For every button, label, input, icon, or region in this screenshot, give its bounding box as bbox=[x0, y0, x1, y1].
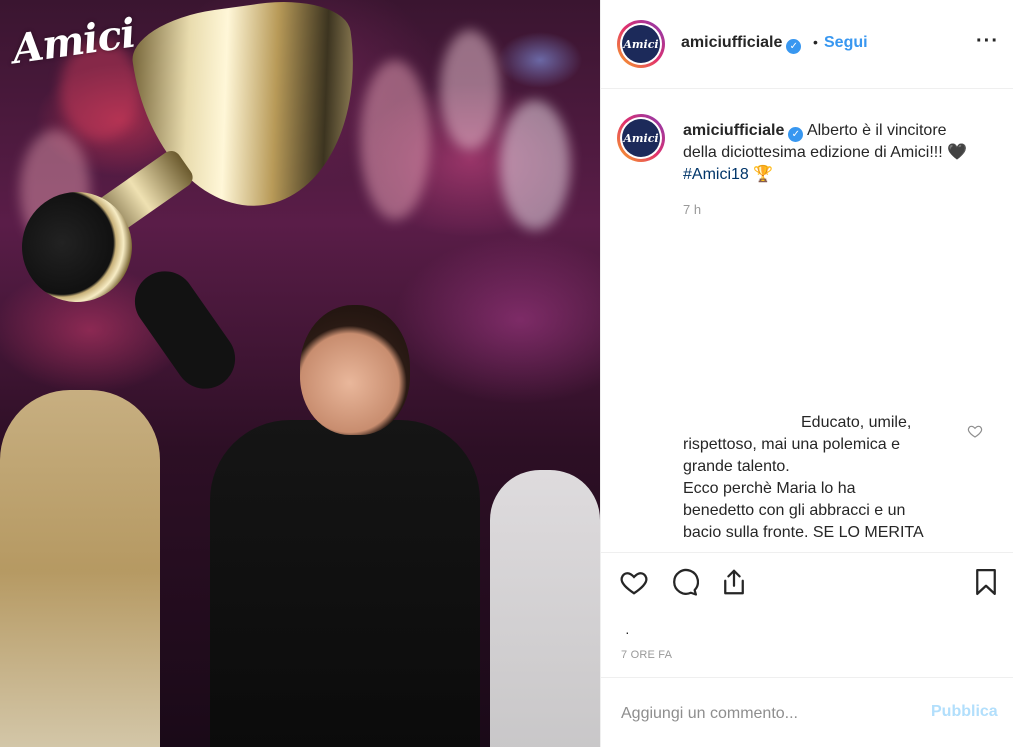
share-icon[interactable] bbox=[719, 567, 749, 597]
comment-line: grande talento. bbox=[683, 458, 790, 475]
caption-time[interactable]: 7 h bbox=[683, 202, 701, 217]
post-side-panel: Amici amiciufficiale ✓ • Segui ··· Amici … bbox=[600, 0, 1013, 747]
comment-like-icon[interactable] bbox=[967, 423, 983, 439]
audience-man bbox=[490, 470, 600, 747]
action-bar bbox=[601, 552, 1013, 615]
comment-line: Educato, umile, bbox=[801, 414, 912, 431]
publish-button[interactable]: Pubblica bbox=[931, 703, 998, 721]
more-horizontal-icon[interactable]: ··· bbox=[976, 30, 999, 53]
verified-badge-icon: ✓ bbox=[788, 127, 804, 142]
separator-dot: • bbox=[813, 34, 818, 50]
avatar-logo: Amici bbox=[622, 119, 660, 157]
winner-figure bbox=[210, 420, 480, 747]
comment-icon[interactable] bbox=[669, 567, 699, 597]
comment-line: bacio sulla fronte. SE LO MERITA bbox=[683, 524, 924, 541]
winner-arm bbox=[123, 259, 247, 401]
hashtag-link[interactable]: #Amici18 bbox=[683, 166, 749, 183]
winner-head bbox=[300, 305, 410, 435]
crowd-blur bbox=[360, 60, 430, 220]
comment-line: benedetto con gli abbracci e un bbox=[683, 502, 906, 519]
comment-composer: Pubblica bbox=[601, 677, 1013, 748]
avatar-frame: Amici bbox=[620, 23, 662, 65]
avatar-frame: Amici bbox=[620, 117, 662, 159]
verified-badge-icon: ✓ bbox=[786, 39, 802, 54]
trophy-icon: 🏆 bbox=[753, 166, 774, 183]
black-heart-icon: 🖤 bbox=[947, 144, 968, 161]
post-photo[interactable]: Amici bbox=[0, 0, 600, 747]
crowd-blur bbox=[500, 100, 570, 230]
save-icon[interactable] bbox=[971, 567, 1001, 597]
caption-avatar[interactable]: Amici bbox=[617, 114, 665, 162]
comment-line: rispettoso, mai una polemica e bbox=[683, 436, 900, 453]
username-link[interactable]: amiciufficiale ✓ bbox=[681, 34, 802, 54]
avatar-logo: Amici bbox=[622, 25, 660, 63]
avatar[interactable]: Amici bbox=[617, 20, 665, 68]
caption-username[interactable]: amiciufficiale bbox=[683, 122, 784, 139]
caption: amiciufficiale ✓ Alberto è il vincitore d… bbox=[683, 120, 983, 186]
comment-input[interactable] bbox=[619, 700, 913, 728]
post-date[interactable]: 7 ORE FA bbox=[621, 649, 672, 661]
follow-button[interactable]: Segui bbox=[824, 34, 868, 52]
like-icon[interactable] bbox=[619, 567, 649, 597]
comment-line: Ecco perchè Maria lo ha bbox=[683, 480, 856, 497]
username-text: amiciufficiale bbox=[681, 34, 783, 51]
post-header: Amici amiciufficiale ✓ • Segui ··· bbox=[601, 0, 1013, 89]
audience-woman bbox=[0, 390, 160, 747]
crowd-blur bbox=[440, 30, 500, 150]
likes-summary[interactable]: · bbox=[625, 624, 630, 640]
comment-text: Educato, umile, rispettoso, mai una pole… bbox=[683, 412, 973, 544]
